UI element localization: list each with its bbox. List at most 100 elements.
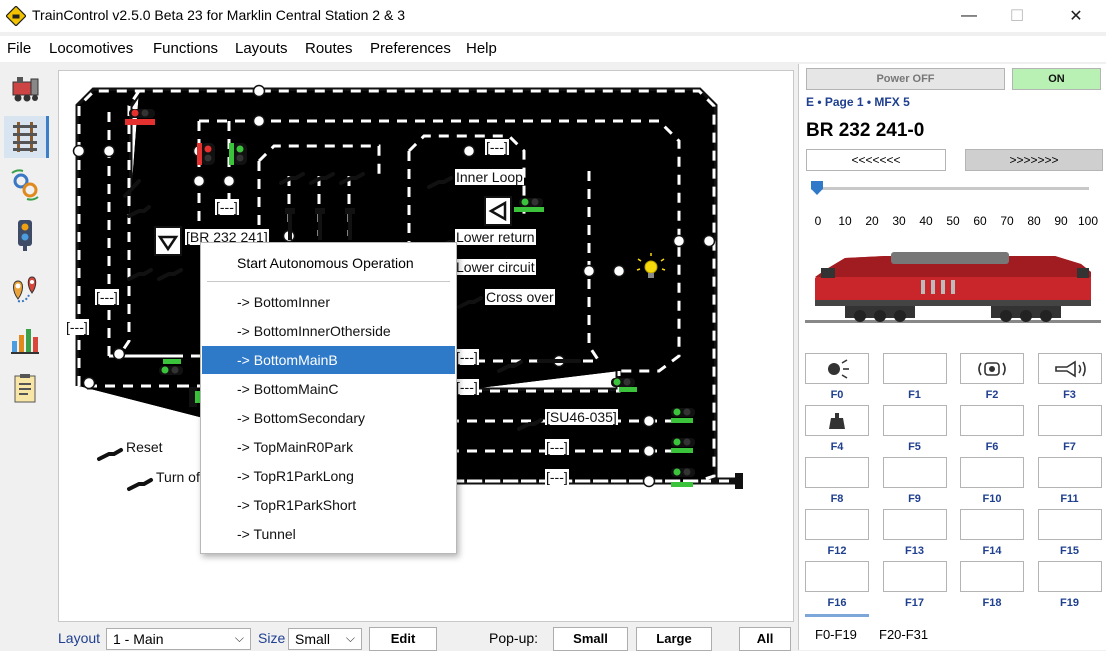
function-button-f9[interactable] (882, 457, 947, 488)
speed-tick-label: 60 (973, 214, 987, 228)
track-buffer (735, 473, 743, 489)
sidebar-statistics[interactable] (4, 318, 46, 360)
sidebar-log[interactable] (4, 368, 46, 410)
reverse-button[interactable]: <<<<<<< (806, 149, 946, 171)
sidebar-automation[interactable] (4, 164, 46, 206)
function-button-f1[interactable] (882, 353, 947, 384)
function-button-f13[interactable] (882, 509, 947, 540)
layout-select[interactable]: 1 - Main ⌵ (106, 628, 251, 650)
menu-functions[interactable]: Functions (153, 40, 218, 57)
function-button-f15[interactable] (1037, 509, 1102, 540)
layout-select-value: 1 - Main (113, 631, 164, 647)
route-label-cross-over[interactable]: Cross over (485, 289, 555, 305)
menu-routes[interactable]: Routes (305, 40, 353, 57)
speed-tick-label: 80 (1027, 214, 1041, 228)
route-label-turn-off[interactable]: Turn of (155, 469, 201, 485)
size-select[interactable]: Small ⌵ (288, 628, 362, 650)
start-autonomous-operation-item[interactable]: Start Autonomous Operation (237, 255, 414, 271)
popup-small-button[interactable]: Small (553, 627, 628, 651)
minimize-button[interactable]: — (946, 0, 992, 32)
function-button-f17[interactable] (882, 561, 947, 592)
context-menu-item[interactable]: -> Tunnel (202, 520, 455, 548)
function-button-f18[interactable] (960, 561, 1024, 592)
context-menu-item[interactable]: -> BottomSecondary (202, 404, 455, 432)
sidebar-locomotives[interactable] (4, 68, 46, 110)
function-button-f16[interactable] (805, 561, 869, 592)
speed-tick-label: 90 (1054, 214, 1068, 228)
route-label-lower-circuit[interactable]: Lower circuit (455, 259, 536, 275)
function-label: F10 (982, 493, 1002, 505)
function-label: F2 (985, 389, 999, 401)
speed-slider-thumb[interactable] (811, 181, 823, 195)
sidebar-layouts[interactable] (4, 116, 49, 158)
track-layout-icon (13, 122, 37, 152)
context-menu-item-selected[interactable]: -> BottomMainB (202, 346, 455, 374)
context-menu-item[interactable]: -> BottomInnerOtherside (202, 317, 455, 345)
route-label-inner-loop[interactable]: Inner Loop (455, 169, 524, 185)
chevron-down-icon: ⌵ (345, 631, 355, 645)
close-button[interactable]: ✕ (1053, 0, 1099, 32)
menu-bar: File Locomotives Functions Layouts Route… (0, 36, 1106, 62)
light-icon (824, 358, 850, 379)
maximize-button[interactable]: ☐ (994, 0, 1040, 32)
function-button-f3[interactable] (1037, 353, 1102, 384)
menu-layouts[interactable]: Layouts (235, 40, 288, 57)
tab-f20-f31[interactable]: F20-F31 (879, 627, 928, 642)
context-menu-item[interactable]: -> TopMainR0Park (202, 433, 455, 461)
sidebar-routes[interactable] (4, 268, 46, 310)
speed-tick-label: 70 (1000, 214, 1014, 228)
context-menu-item[interactable]: -> TopR1ParkShort (202, 491, 455, 519)
block-label-empty: [---] (215, 199, 239, 215)
function-label: F18 (982, 597, 1002, 609)
function-button-f12[interactable] (805, 509, 869, 540)
menu-preferences[interactable]: Preferences (370, 40, 451, 57)
speed-slider-track[interactable] (811, 187, 1089, 190)
autonomous-context-menu: Start Autonomous Operation -> BottomInne… (200, 242, 457, 554)
route-label-reset[interactable]: Reset (125, 439, 164, 455)
menu-help[interactable]: Help (466, 40, 497, 57)
popup-all-button[interactable]: All (739, 627, 791, 651)
power-off-button[interactable]: Power OFF (806, 68, 1005, 90)
function-button-f4[interactable] (805, 405, 869, 436)
function-button-f19[interactable] (1037, 561, 1102, 592)
context-menu-item[interactable]: -> TopR1ParkLong (202, 462, 455, 490)
route-label-lower-return[interactable]: Lower return (455, 229, 536, 245)
speed-tick-label: 10 (838, 214, 852, 228)
function-label: F19 (1060, 597, 1079, 609)
function-button-f0[interactable] (805, 353, 869, 384)
block-label-empty: [---] (455, 349, 479, 365)
function-button-f2[interactable] (960, 353, 1024, 384)
map-pin-icon (13, 276, 37, 303)
function-button-f8[interactable] (805, 457, 869, 488)
function-button-f5[interactable] (882, 405, 947, 436)
function-button-f10[interactable] (960, 457, 1024, 488)
weight-icon (827, 411, 847, 431)
sidebar-signals[interactable] (4, 214, 46, 256)
power-on-button[interactable]: ON (1012, 68, 1101, 90)
horn-icon (1053, 359, 1087, 379)
tab-f0-f19[interactable]: F0-F19 (815, 627, 857, 642)
sidebar (0, 64, 52, 650)
function-label: F7 (1063, 441, 1076, 453)
speed-tick-label: 20 (865, 214, 879, 228)
function-button-f14[interactable] (960, 509, 1024, 540)
function-button-f11[interactable] (1037, 457, 1102, 488)
locomotive-image (805, 252, 1101, 323)
size-select-value: Small (295, 631, 331, 647)
menu-separator (207, 281, 450, 282)
function-label: F14 (982, 545, 1002, 557)
menu-locomotives[interactable]: Locomotives (49, 40, 133, 57)
forward-button[interactable]: >>>>>>> (965, 149, 1103, 171)
loco-name: BR 232 241-0 (806, 120, 925, 141)
menu-file[interactable]: File (7, 40, 31, 57)
context-menu-item[interactable]: -> BottomInner (202, 288, 455, 316)
context-menu-item[interactable]: -> BottomMainC (202, 375, 455, 403)
function-button-f7[interactable] (1037, 405, 1102, 436)
function-button-f6[interactable] (960, 405, 1024, 436)
edit-button[interactable]: Edit (369, 627, 437, 651)
function-label: F3 (1063, 389, 1076, 401)
popup-large-button[interactable]: Large (636, 627, 712, 651)
function-label: F8 (830, 493, 844, 505)
layout-label: Layout (58, 630, 101, 646)
app-logo-icon (6, 6, 26, 26)
